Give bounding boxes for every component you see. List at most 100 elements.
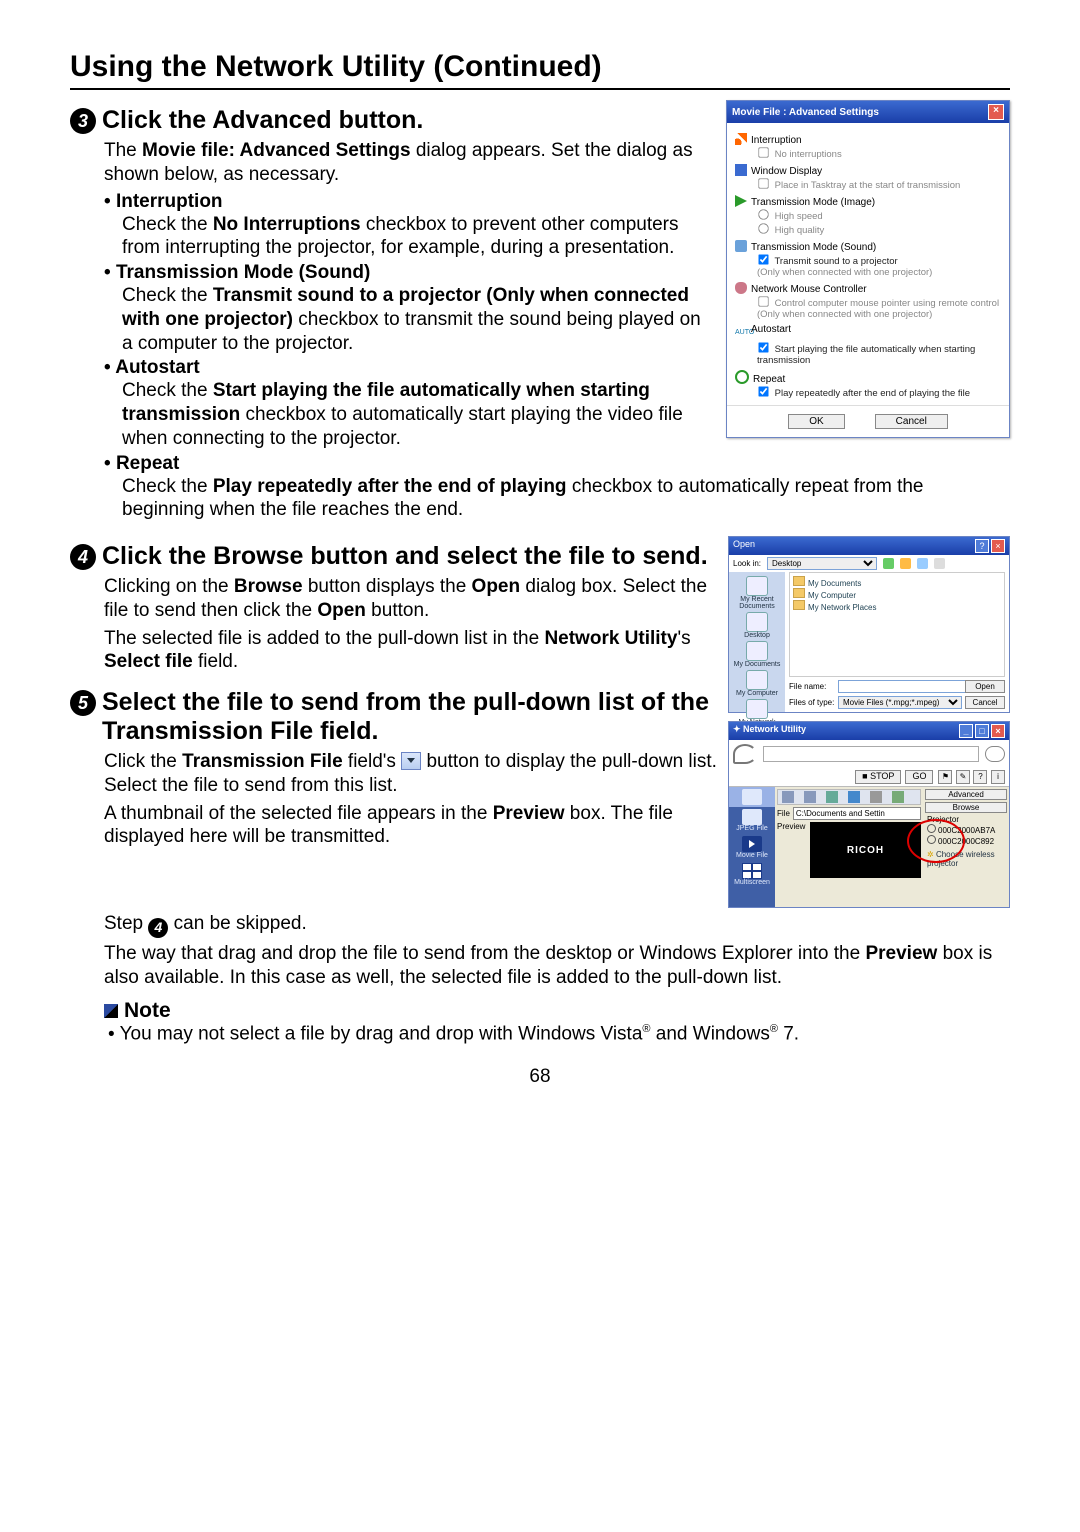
step-drag: The way that drag and drop the file to s…	[104, 942, 1010, 990]
nu-toolbar-icons	[777, 789, 921, 805]
step-5-title: Select the file to send from the pull-do…	[102, 688, 718, 746]
tb-ico-2[interactable]	[804, 791, 816, 803]
tb-ico-5[interactable]	[870, 791, 882, 803]
bullet-repeat-body: Check the Play repeatedly after the end …	[122, 475, 1010, 523]
minimize-icon[interactable]: _	[959, 724, 973, 738]
tb-ico-3[interactable]	[826, 791, 838, 803]
side-jpeg[interactable]: JPEG File	[729, 807, 775, 834]
bullet-interruption-head: Interruption	[104, 191, 716, 213]
bullet-sound-body: Check the Transmit sound to a projector …	[122, 284, 716, 355]
file-label: File	[777, 809, 790, 818]
refresh-icon[interactable]	[733, 744, 757, 764]
ok-button[interactable]: OK	[788, 414, 844, 429]
mouse-control-checkbox[interactable]	[758, 296, 768, 306]
dropdown-icon	[401, 752, 421, 770]
filetype-label: Files of type:	[789, 698, 835, 707]
open-button[interactable]: Open	[965, 680, 1005, 693]
tb-ico-1[interactable]	[782, 791, 794, 803]
maximize-icon[interactable]: □	[975, 724, 989, 738]
step-4-number: 4	[70, 544, 96, 570]
side-multiscreen[interactable]: Multiscreen	[729, 861, 775, 888]
step-5-p1: Click the Transmission File field's butt…	[104, 750, 718, 798]
tb-ico-4[interactable]	[848, 791, 860, 803]
places-mydocs[interactable]: My Documents	[734, 641, 781, 668]
open-file-list[interactable]: My Documents My Computer My Network Plac…	[789, 572, 1005, 677]
advanced-settings-dialog: Movie File : Advanced Settings × Interru…	[726, 100, 1010, 438]
bullet-repeat-head: Repeat	[104, 453, 1010, 475]
close-icon[interactable]: ×	[991, 724, 1005, 738]
places-desktop[interactable]: Desktop	[744, 612, 770, 639]
dialog-title: Movie File : Advanced Settings	[732, 107, 879, 118]
places-mycomputer[interactable]: My Computer	[736, 670, 778, 697]
info-icon[interactable]: i	[991, 770, 1005, 784]
open-cancel-button[interactable]: Cancel	[965, 696, 1005, 709]
mouse-controller-icon	[735, 282, 747, 294]
filename-input[interactable]	[838, 680, 968, 693]
close-icon[interactable]: ×	[991, 539, 1005, 553]
go-button[interactable]: GO	[905, 770, 933, 784]
tb-ico-6[interactable]	[892, 791, 904, 803]
open-dialog-title: Open	[733, 539, 755, 553]
help-icon[interactable]: ?	[973, 770, 987, 784]
transmission-image-icon	[735, 195, 747, 207]
step-4-title: Click the Browse button and select the f…	[102, 542, 708, 571]
bullet-interruption-body: Check the No Interruptions checkbox to p…	[122, 213, 716, 261]
file-path-input[interactable]	[793, 807, 921, 820]
browse-button[interactable]: Browse	[925, 802, 1007, 813]
step-3-intro: The Movie file: Advanced Settings dialog…	[104, 139, 716, 187]
up-icon[interactable]	[900, 558, 911, 569]
bullet-autostart-head: Autostart	[104, 357, 716, 379]
step-5-p2: A thumbnail of the selected file appears…	[104, 802, 718, 850]
preview-box: RICOH	[810, 822, 921, 878]
step-skip: Step 4 can be skipped.	[104, 912, 1010, 938]
help-icon[interactable]: ?	[975, 539, 989, 553]
step-4-p1: Clicking on the Browse button displays t…	[104, 575, 718, 623]
look-in-label: Look in:	[733, 559, 761, 568]
tasktray-checkbox[interactable]	[758, 178, 768, 188]
cancel-button[interactable]: Cancel	[875, 414, 948, 429]
window-display-icon	[735, 164, 747, 176]
newfolder-icon[interactable]	[917, 558, 928, 569]
advanced-button[interactable]: Advanced	[925, 789, 1007, 800]
bullet-sound-head: Transmission Mode (Sound)	[104, 262, 716, 284]
no-interruptions-checkbox[interactable]	[758, 147, 768, 157]
note-heading: Note	[104, 999, 1010, 1023]
autostart-checkbox[interactable]	[758, 342, 768, 352]
highlight-circle	[907, 819, 965, 863]
step-4-p2: The selected file is added to the pull-d…	[104, 627, 718, 675]
step-3-number: 3	[70, 108, 96, 134]
look-in-select[interactable]: Desktop	[767, 557, 877, 570]
tool-icon-1[interactable]: ⚑	[938, 770, 952, 784]
repeat-checkbox[interactable]	[758, 386, 768, 396]
inline-step-4-icon: 4	[148, 918, 168, 938]
nu-title: Network Utility	[743, 724, 806, 734]
back-icon[interactable]	[883, 558, 894, 569]
transmission-sound-icon	[735, 240, 747, 252]
send-icon[interactable]	[985, 746, 1005, 762]
side-screen[interactable]	[729, 787, 775, 807]
page-number: 68	[70, 1066, 1010, 1088]
places-recent[interactable]: My Recent Documents	[729, 576, 785, 610]
close-icon[interactable]: ×	[988, 104, 1004, 120]
step-3-title: Click the Advanced button.	[102, 106, 423, 135]
projector-display-field	[763, 746, 979, 762]
high-quality-radio[interactable]	[758, 223, 768, 233]
high-speed-radio[interactable]	[758, 209, 768, 219]
bullet-autostart-body: Check the Start playing the file automat…	[122, 379, 716, 450]
note-body: You may not select a file by drag and dr…	[124, 1023, 1010, 1045]
tool-icon-2[interactable]: ✎	[956, 770, 970, 784]
autostart-icon: AUTO	[735, 329, 747, 341]
interruption-icon	[735, 133, 747, 145]
step-5-number: 5	[70, 690, 96, 716]
side-movie[interactable]: Movie File	[729, 834, 775, 861]
open-dialog: Open ?× Look in: Desktop My Recent D	[728, 536, 1010, 713]
repeat-icon	[735, 370, 749, 384]
transmit-sound-checkbox[interactable]	[758, 254, 768, 264]
filetype-select[interactable]: Movie Files (*.mpg;*.mpeg)	[838, 696, 962, 709]
views-icon[interactable]	[934, 558, 945, 569]
preview-label: Preview	[777, 822, 807, 905]
stop-button[interactable]: ■ STOP	[855, 770, 901, 784]
filename-label: File name:	[789, 682, 835, 691]
network-utility-window: ✦ Network Utility _□× ■ STOP GO ⚑ ✎ ? i	[728, 721, 1010, 908]
page-title: Using the Network Utility (Continued)	[70, 50, 1010, 90]
